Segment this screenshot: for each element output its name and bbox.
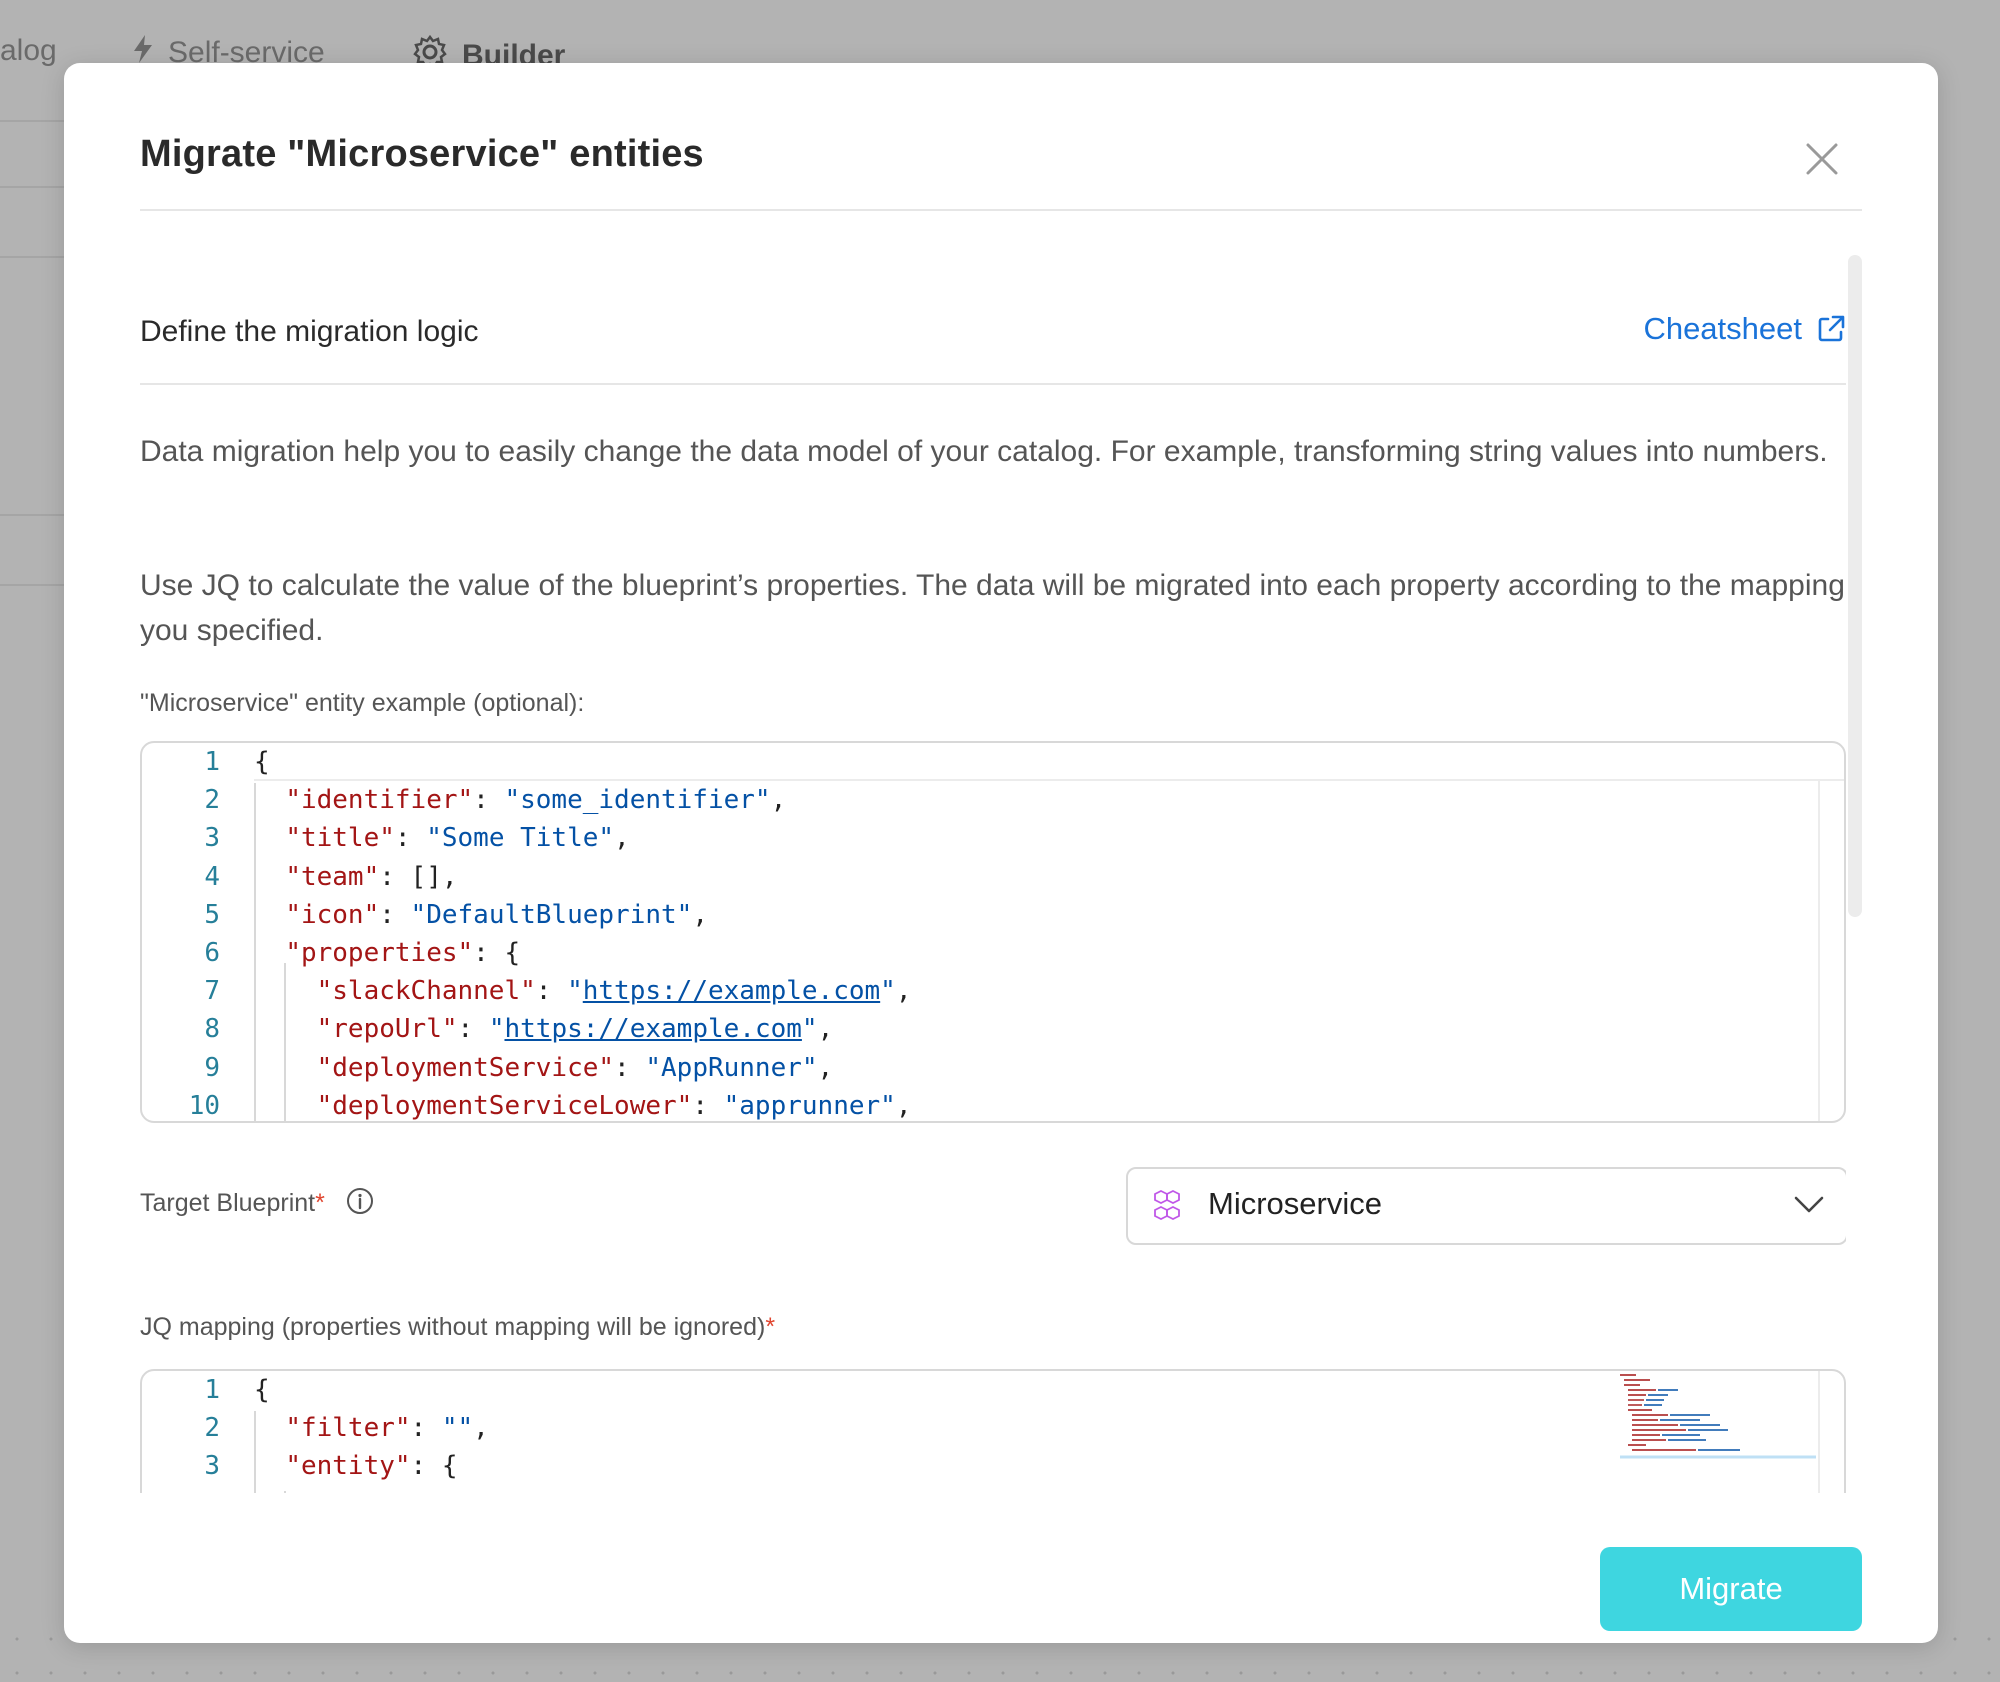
code-text: "deploymentServiceLower": "apprunner", <box>316 1090 912 1121</box>
entity-example-label: "Microservice" entity example (optional)… <box>140 689 585 717</box>
code-text: "identifier": ".<KEY_NAME>", <box>254 1486 755 1493</box>
line-number: 3 <box>204 1451 220 1482</box>
code-text: "team": [], <box>285 861 458 892</box>
code-text: "repoUrl": "https://example.com", <box>316 1014 834 1045</box>
code-text: "identifier": "some_identifier", <box>285 785 787 816</box>
line-number: 5 <box>204 899 220 930</box>
code-line: 6 "properties": { <box>142 934 1844 972</box>
code-text: "deploymentService": "AppRunner", <box>316 1052 834 1083</box>
code-line: 4 "team": [], <box>142 858 1844 896</box>
target-blueprint-label: Target Blueprint* <box>140 1187 374 1222</box>
target-blueprint-text: Target Blueprint <box>140 1189 316 1218</box>
code-line: 3 "entity": { <box>142 1447 1844 1485</box>
external-link-icon <box>1818 315 1845 342</box>
modal-title: Migrate "Microservice" entities <box>140 133 704 175</box>
line-number: 10 <box>188 1090 220 1121</box>
line-number: 3 <box>204 823 220 854</box>
code-text: "icon": "DefaultBlueprint", <box>285 899 708 930</box>
code-line: 7 "slackChannel": "https://example.com", <box>142 972 1844 1010</box>
modal-body[interactable]: Define the migration logic Cheatsheet Da… <box>140 253 1846 1493</box>
line-number: 9 <box>204 1052 220 1083</box>
code-text: { <box>254 1375 270 1405</box>
required-mark: * <box>315 1189 325 1218</box>
migrate-button[interactable]: Migrate <box>1600 1547 1862 1631</box>
entity-example-editor[interactable]: 1{2 "identifier": "some_identifier", 3 "t… <box>140 741 1846 1123</box>
code-line: 3 "title": "Some Title", <box>142 819 1844 857</box>
target-blueprint-select[interactable]: Microservice <box>1126 1167 1846 1245</box>
microservice-icon <box>1154 1189 1180 1221</box>
migrate-modal: Migrate "Microservice" entities Define t… <box>64 63 1938 1643</box>
chevron-down-icon <box>1794 1196 1824 1213</box>
modal-scrollbar[interactable] <box>1848 255 1862 917</box>
section-title: Define the migration logic <box>140 315 479 348</box>
line-number: 8 <box>204 1014 220 1045</box>
description-jq: Use JQ to calculate the value of the blu… <box>140 569 1845 647</box>
jq-mapping-text: JQ mapping (properties without mapping w… <box>140 1313 766 1341</box>
line-number: 2 <box>204 1413 220 1444</box>
code-line: 4 "identifier": ".<KEY_NAME>", <box>142 1486 1844 1493</box>
code-text: "filter": "", <box>285 1413 489 1444</box>
code-line: 2 "filter": "", <box>142 1409 1844 1447</box>
cheatsheet-label: Cheatsheet <box>1643 311 1802 346</box>
line-number: 6 <box>204 938 220 968</box>
jq-mapping-editor[interactable]: 1{2 "filter": "",3 "entity": {4 "identif… <box>140 1369 1846 1493</box>
section-header: Define the migration logic Cheatsheet <box>140 253 1846 385</box>
line-number: 1 <box>204 747 220 777</box>
line-number: 7 <box>204 976 220 1007</box>
code-line: 1{ <box>142 743 1844 781</box>
code-text: { <box>254 747 270 777</box>
line-number: 2 <box>204 785 220 816</box>
code-line: 2 "identifier": "some_identifier", <box>142 781 1844 819</box>
code-text: "slackChannel": "https://example.com", <box>316 976 912 1007</box>
target-blueprint-value: Microservice <box>1208 1186 1382 1221</box>
line-number: 4 <box>142 1486 220 1493</box>
line-number: 4 <box>204 861 220 892</box>
nav-item-catalog: alog <box>0 34 57 68</box>
code-text: "title": "Some Title", <box>285 823 630 854</box>
line-number: 1 <box>204 1375 220 1405</box>
cheatsheet-link[interactable]: Cheatsheet <box>1643 311 1846 347</box>
close-button[interactable] <box>1802 139 1842 179</box>
code-text: "properties": { <box>285 938 521 968</box>
close-icon <box>1806 143 1838 175</box>
modal-header: Migrate "Microservice" entities <box>140 63 1862 211</box>
code-line: 1{ <box>142 1371 1844 1409</box>
code-text: "entity": { <box>285 1451 458 1482</box>
description-data-migration: Data migration help you to easily change… <box>140 435 1828 468</box>
code-line: 5 "icon": "DefaultBlueprint", <box>142 896 1844 934</box>
info-icon[interactable] <box>346 1187 374 1222</box>
code-line: 8 "repoUrl": "https://example.com", <box>142 1010 1844 1048</box>
nav-item-label: alog <box>0 34 57 67</box>
code-line: 10 "deploymentServiceLower": "apprunner"… <box>142 1087 1844 1121</box>
jq-mapping-label: JQ mapping (properties without mapping w… <box>140 1313 775 1342</box>
code-line: 9 "deploymentService": "AppRunner", <box>142 1049 1844 1087</box>
required-mark: * <box>765 1313 776 1341</box>
